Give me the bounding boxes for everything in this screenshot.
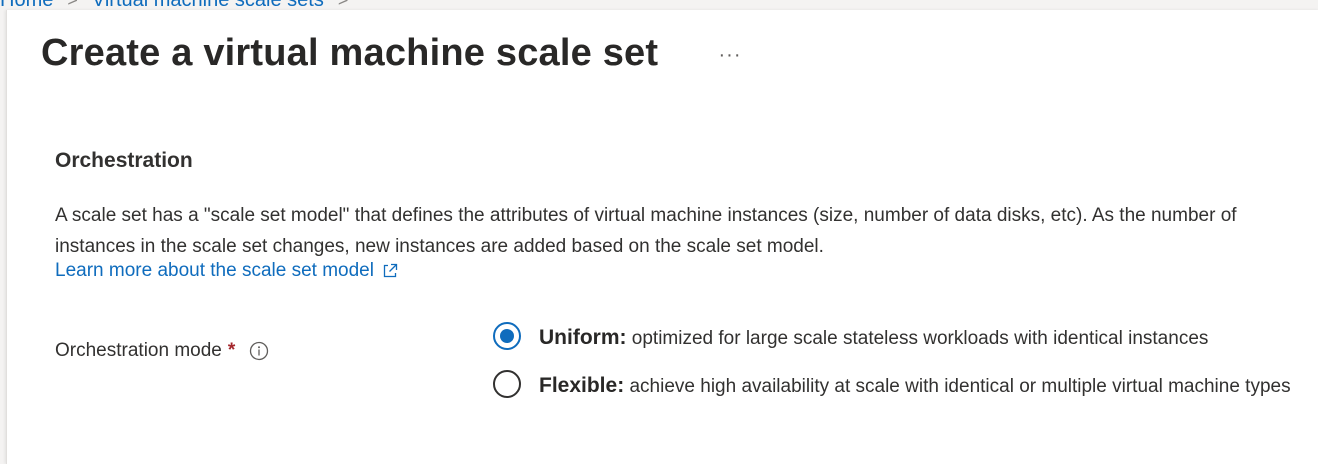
radio-option-flexible[interactable]: Flexible: achieve high availability at s… [493, 370, 1313, 402]
create-scale-set-panel: Create a virtual machine scale set ··· O… [6, 10, 1318, 464]
orchestration-heading: Orchestration [55, 149, 193, 172]
radio-description-uniform: optimized for large scale stateless work… [631, 328, 1209, 349]
radio-description-flexible: achieve high availability at scale with … [629, 376, 1291, 397]
radio-button-uniform[interactable] [493, 322, 521, 350]
orchestration-mode-label: Orchestration mode * [55, 340, 269, 362]
learn-more-label: Learn more about the scale set model [55, 260, 374, 281]
more-options-button[interactable]: ··· [715, 40, 745, 70]
radio-option-uniform[interactable]: Uniform: optimized for large scale state… [493, 322, 1313, 354]
orchestration-mode-radio-group: Uniform: optimized for large scale state… [493, 322, 1313, 402]
info-icon[interactable] [249, 341, 269, 361]
radio-button-flexible[interactable] [493, 370, 521, 398]
orchestration-description: A scale set has a "scale set model" that… [55, 205, 1237, 257]
orchestration-mode-text: Orchestration mode [55, 340, 222, 361]
radio-title-uniform: Uniform: [539, 326, 627, 349]
page-title: Create a virtual machine scale set [41, 32, 659, 74]
chevron-right-icon: > [338, 0, 349, 11]
required-marker: * [227, 340, 236, 361]
chevron-right-icon: > [67, 0, 78, 11]
external-link-icon [382, 263, 398, 279]
learn-more-link[interactable]: Learn more about the scale set model [55, 260, 398, 282]
radio-title-flexible: Flexible: [539, 374, 625, 397]
